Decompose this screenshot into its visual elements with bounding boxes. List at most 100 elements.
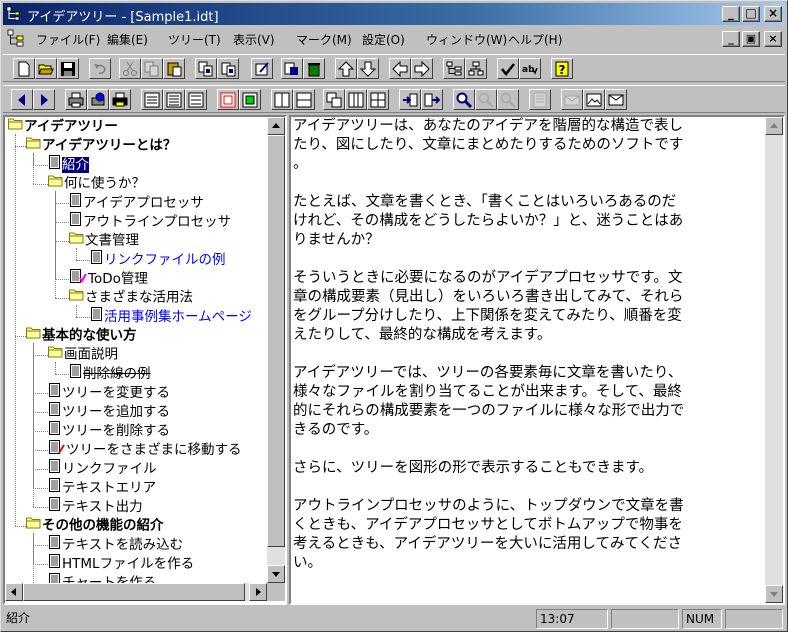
find-prev-button[interactable] [497, 89, 519, 110]
undo-button[interactable] [89, 58, 111, 79]
move-left-button[interactable] [389, 58, 411, 79]
paste-node-button[interactable] [217, 58, 239, 79]
tree-scroll-right-button[interactable] [249, 583, 267, 601]
paste-button[interactable] [163, 58, 185, 79]
tree-horizontal-scrollbar[interactable] [5, 583, 267, 601]
tree-node[interactable]: チャートを作る [48, 573, 156, 583]
search-button[interactable] [453, 89, 475, 110]
split-view-button[interactable] [185, 89, 207, 110]
close-button[interactable]: × [764, 6, 782, 22]
image-button[interactable] [583, 89, 605, 110]
chart-view-button[interactable] [465, 58, 487, 79]
find-next-button[interactable] [475, 89, 497, 110]
menu-window[interactable]: ウィンドウ(W) [426, 31, 507, 48]
tree-node[interactable]: 文書管理 [69, 231, 139, 250]
move-right-button[interactable] [411, 58, 433, 79]
tree-scroll-up-button[interactable] [267, 117, 285, 135]
layout-vertical-button[interactable] [271, 89, 293, 110]
tree-node[interactable]: リンクファイルの例 [90, 250, 226, 269]
menu-edit[interactable]: 編集(E) [107, 31, 148, 48]
tree-hscroll-thumb[interactable] [23, 583, 245, 601]
menu-help[interactable]: ヘルプ(H) [508, 31, 562, 48]
tree-scroll-thumb[interactable] [267, 135, 285, 547]
text-area-button[interactable] [217, 89, 239, 110]
tree-node[interactable]: 紹介 [48, 155, 89, 174]
text-pane[interactable]: アイデアツリーは、あなたのアイデアを階層的な構造で表し たり、図にしたり、文章にま… [289, 115, 785, 605]
help-button[interactable]: ? [551, 58, 573, 79]
outline-tree[interactable]: アイデアツリー アイデアツリーとは？ 紹介 何に使うか？ アイデアプロセッサ アウトライン… [5, 117, 267, 583]
tree-node[interactable]: テキストエリア [48, 478, 156, 497]
tree-node[interactable]: アウトラインプロセッサ [69, 212, 231, 231]
tree-node[interactable]: リンクファイル [48, 459, 157, 478]
tree-node[interactable]: テキスト出力 [48, 497, 143, 516]
check-button[interactable] [497, 58, 519, 79]
tree-node[interactable]: アイデアツリー [8, 117, 118, 136]
tree-view-button[interactable] [443, 58, 465, 79]
print-preview-button[interactable] [87, 89, 109, 110]
new-file-button[interactable] [13, 58, 35, 79]
tree-vertical-scrollbar[interactable] [267, 117, 285, 583]
tree-node[interactable]: テキストを読み込む [48, 535, 183, 554]
menu-view[interactable]: 表示(V) [233, 31, 275, 48]
copy-tree-button[interactable] [281, 58, 303, 79]
layout-cascade-button[interactable] [323, 89, 345, 110]
tree-node[interactable]: ToDo管理 [69, 269, 148, 288]
document-text[interactable]: アイデアツリーは、あなたのアイデアを階層的な構造で表し たり、図にしたり、文章にま… [293, 117, 763, 583]
doc-minimize-button[interactable]: _ [722, 31, 740, 47]
back-button[interactable] [11, 89, 33, 110]
layout-horizontal-button[interactable] [293, 89, 315, 110]
text-view-button[interactable] [163, 89, 185, 110]
tree-node[interactable]: ツリーをさまざまに移動する [48, 440, 242, 459]
document-tree-icon[interactable] [7, 29, 25, 47]
tree-scroll-left-button[interactable] [5, 583, 23, 601]
print-button[interactable] [65, 89, 87, 110]
tree-node[interactable]: 何に使うか？ [48, 174, 145, 193]
tree-node[interactable]: ツリーを変更する [48, 383, 170, 402]
layout-columns-button[interactable] [345, 89, 367, 110]
text-scroll-down-button[interactable] [765, 585, 783, 603]
text-vertical-scrollbar[interactable] [765, 117, 783, 603]
maximize-button[interactable]: □ [742, 6, 760, 22]
tree-node[interactable]: アイデアツリーとは？ [26, 136, 176, 155]
title-bar[interactable]: アイデアツリー - [Sample1.idt] _ □ × [3, 3, 785, 25]
mail-button[interactable] [561, 89, 583, 110]
text-scroll-up-button[interactable] [765, 117, 783, 135]
cut-button[interactable] [119, 58, 141, 79]
move-down-button[interactable] [357, 58, 379, 79]
tree-node[interactable]: 基本的な使い方 [26, 326, 137, 345]
minimize-button[interactable]: _ [722, 6, 740, 22]
tree-scroll-down-button[interactable] [267, 565, 285, 583]
tree-node[interactable]: ツリーを削除する [48, 421, 170, 440]
forward-button[interactable] [33, 89, 55, 110]
tree-pane[interactable]: アイデアツリー アイデアツリーとは？ 紹介 何に使うか？ アイデアプロセッサ アウトライン… [3, 115, 287, 605]
copy-node-button[interactable] [195, 58, 217, 79]
tree-node[interactable]: アイデアプロセッサ [69, 193, 204, 212]
menu-settings[interactable]: 設定(O) [362, 31, 405, 48]
tree-node[interactable]: HTMLファイルを作る [48, 554, 194, 573]
doc-close-button[interactable]: × [764, 31, 782, 47]
tree-node[interactable]: 削除線の例 [69, 364, 151, 383]
doc-restore-button[interactable]: ▣ [742, 31, 760, 47]
open-folder-button[interactable] [35, 58, 57, 79]
menu-mark[interactable]: マーク(M) [296, 31, 352, 48]
copy-button[interactable] [141, 58, 163, 79]
move-up-button[interactable] [335, 58, 357, 79]
print-setup-button[interactable] [109, 89, 131, 110]
properties-button[interactable] [529, 89, 551, 110]
outline-view-button[interactable] [141, 89, 163, 110]
tree-node[interactable]: ツリーを追加する [48, 402, 170, 421]
image-mail-button[interactable] [605, 89, 627, 110]
layout-grid-button[interactable] [367, 89, 389, 110]
menu-file[interactable]: ファイル(F) [36, 31, 100, 48]
menu-tree[interactable]: ツリー(T) [168, 31, 221, 48]
import-button[interactable] [399, 89, 421, 110]
delete-button[interactable] [303, 58, 325, 79]
tree-node[interactable]: その他の機能の紹介 [26, 516, 164, 535]
export-button[interactable] [421, 89, 443, 110]
edit-node-button[interactable] [251, 58, 273, 79]
save-button[interactable] [57, 58, 79, 79]
spellcheck-button[interactable]: ab [519, 58, 541, 79]
tree-node[interactable]: さまざまな活用法 [69, 288, 193, 307]
tree-node[interactable]: 画面説明 [48, 345, 118, 364]
text-area-green-button[interactable] [239, 89, 261, 110]
